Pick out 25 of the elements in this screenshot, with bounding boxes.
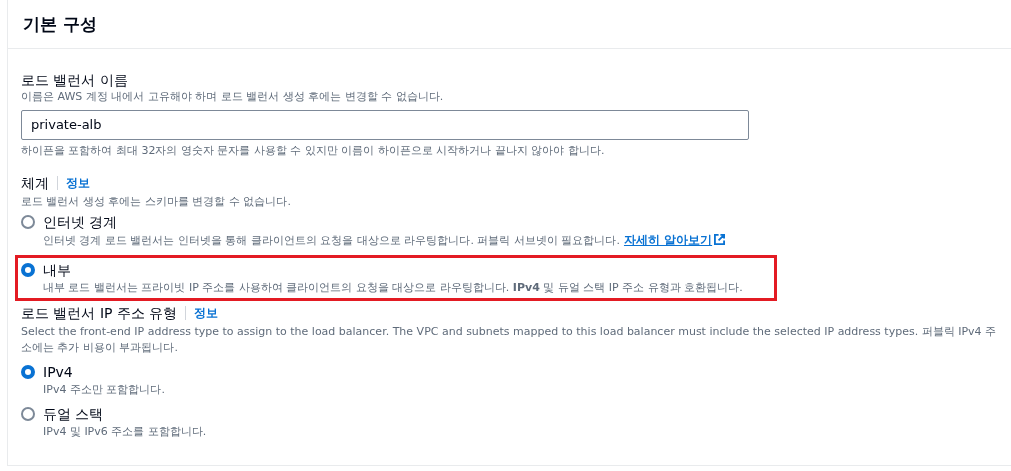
option-label: 듀얼 스택 — [43, 404, 105, 424]
field-hint: 하이픈을 포함하여 최대 32자의 영숫자 문자를 사용할 수 있지만 이름이 하이픈으로 시작하거나 끝나지 않아야 합니다. — [21, 142, 606, 159]
learn-more-link[interactable]: 자세히 알아보기 — [623, 231, 726, 248]
option-description: 인터넷 경계 로드 밸런서는 인터넷을 통해 클라이언트의 요청을 대상으로 라우팅합니다. 퍼블릭 서브넷이 필요합니다. — [43, 233, 620, 247]
radio-button[interactable] — [21, 406, 35, 421]
option-label: IPv4 — [43, 362, 74, 382]
option-description: 내부 로드 밸런서는 프라이빗 IP 주소를 사용하여 클라이언트의 요청을 대상으로 라우팅합니다. IPv4 및 듀얼 스택 IP 주소 유형과 호환됩니다. — [43, 280, 743, 294]
field-label: 로드 밸런서 이름 — [21, 70, 129, 89]
info-link[interactable]: 정보 — [66, 174, 90, 192]
radio-button[interactable] — [21, 214, 35, 229]
option-description: IPv4 및 IPv6 주소를 포함합니다. — [43, 424, 207, 438]
info-link[interactable]: 정보 — [194, 304, 219, 322]
external-link-icon — [714, 234, 726, 245]
field-label: 로드 밸런서 IP 주소 유형 — [21, 303, 178, 323]
field-description: Select the front-end IP address type to assign to the load balancer. The VPC and subnets mapped to this load balancer must include the selected IP address types. 퍼블릭 IPv4 주소에는 추가 비용이 부과됩니다. — [21, 323, 998, 356]
field-description: 이름은 AWS 계정 내에서 고유해야 하며 로드 밸런서 생성 후에는 변경할 수 없습니다. — [21, 88, 445, 105]
radio-button[interactable] — [21, 364, 35, 379]
option-label: 인터넷 경계 — [43, 212, 119, 232]
option-label: 내부 — [43, 260, 72, 280]
name-input-field[interactable]: private-alb — [21, 109, 749, 140]
option-description: IPv4 주소만 포함합니다. — [43, 382, 165, 396]
panel-title: 기본 구성 — [23, 13, 98, 36]
field-label: 체계 — [21, 173, 49, 193]
field-description: 로드 밸런서 생성 후에는 스키마를 변경할 수 없습니다. — [21, 193, 292, 210]
radio-button[interactable] — [21, 262, 35, 277]
